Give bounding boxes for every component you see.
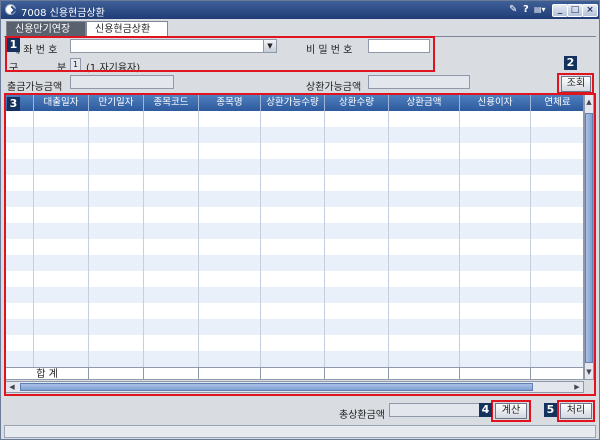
pin-icon[interactable]: ✎: [509, 4, 517, 16]
minimize-button[interactable]: _: [552, 4, 568, 17]
title-bar: 7008 신용현금상환 ✎ ? ▤▾ _ □ ×: [1, 1, 599, 19]
window-title: 7008 신용현금상환: [21, 8, 105, 19]
marker-box-calc: [491, 400, 531, 422]
marker-box-input: [5, 36, 435, 72]
withdrawable-label: 출금가능금액: [7, 82, 63, 93]
menu-icon[interactable]: ▤▾: [534, 4, 546, 16]
step-badge-3: 3: [7, 97, 20, 111]
close-button[interactable]: ×: [582, 4, 598, 17]
step-badge-4: 4: [479, 403, 492, 417]
app-logo-icon: [5, 4, 16, 15]
tab-strip: 신용만기연장 신용현금상환: [4, 21, 596, 38]
withdrawable-amount-field: [70, 75, 174, 89]
total-repayment-field: [389, 403, 493, 417]
maximize-button[interactable]: □: [567, 4, 583, 17]
marker-box-search: [557, 73, 594, 94]
repayable-amount-field: [368, 75, 470, 89]
step-badge-1: 1: [7, 38, 20, 52]
marker-box-process: [557, 400, 595, 422]
step-badge-5: 5: [544, 403, 557, 417]
repayable-label: 상환가능금액: [306, 82, 362, 93]
tab-credit-extension[interactable]: 신용만기연장: [6, 21, 86, 37]
app-window: 7008 신용현금상환 ✎ ? ▤▾ _ □ × 신용만기연장 신용현금상환 계…: [0, 0, 600, 440]
status-bar: [4, 425, 596, 438]
total-repayment-label: 총상환금액: [339, 410, 385, 421]
marker-box-grid: [4, 93, 596, 396]
step-badge-2: 2: [564, 56, 577, 70]
help-icon[interactable]: ?: [523, 4, 529, 16]
